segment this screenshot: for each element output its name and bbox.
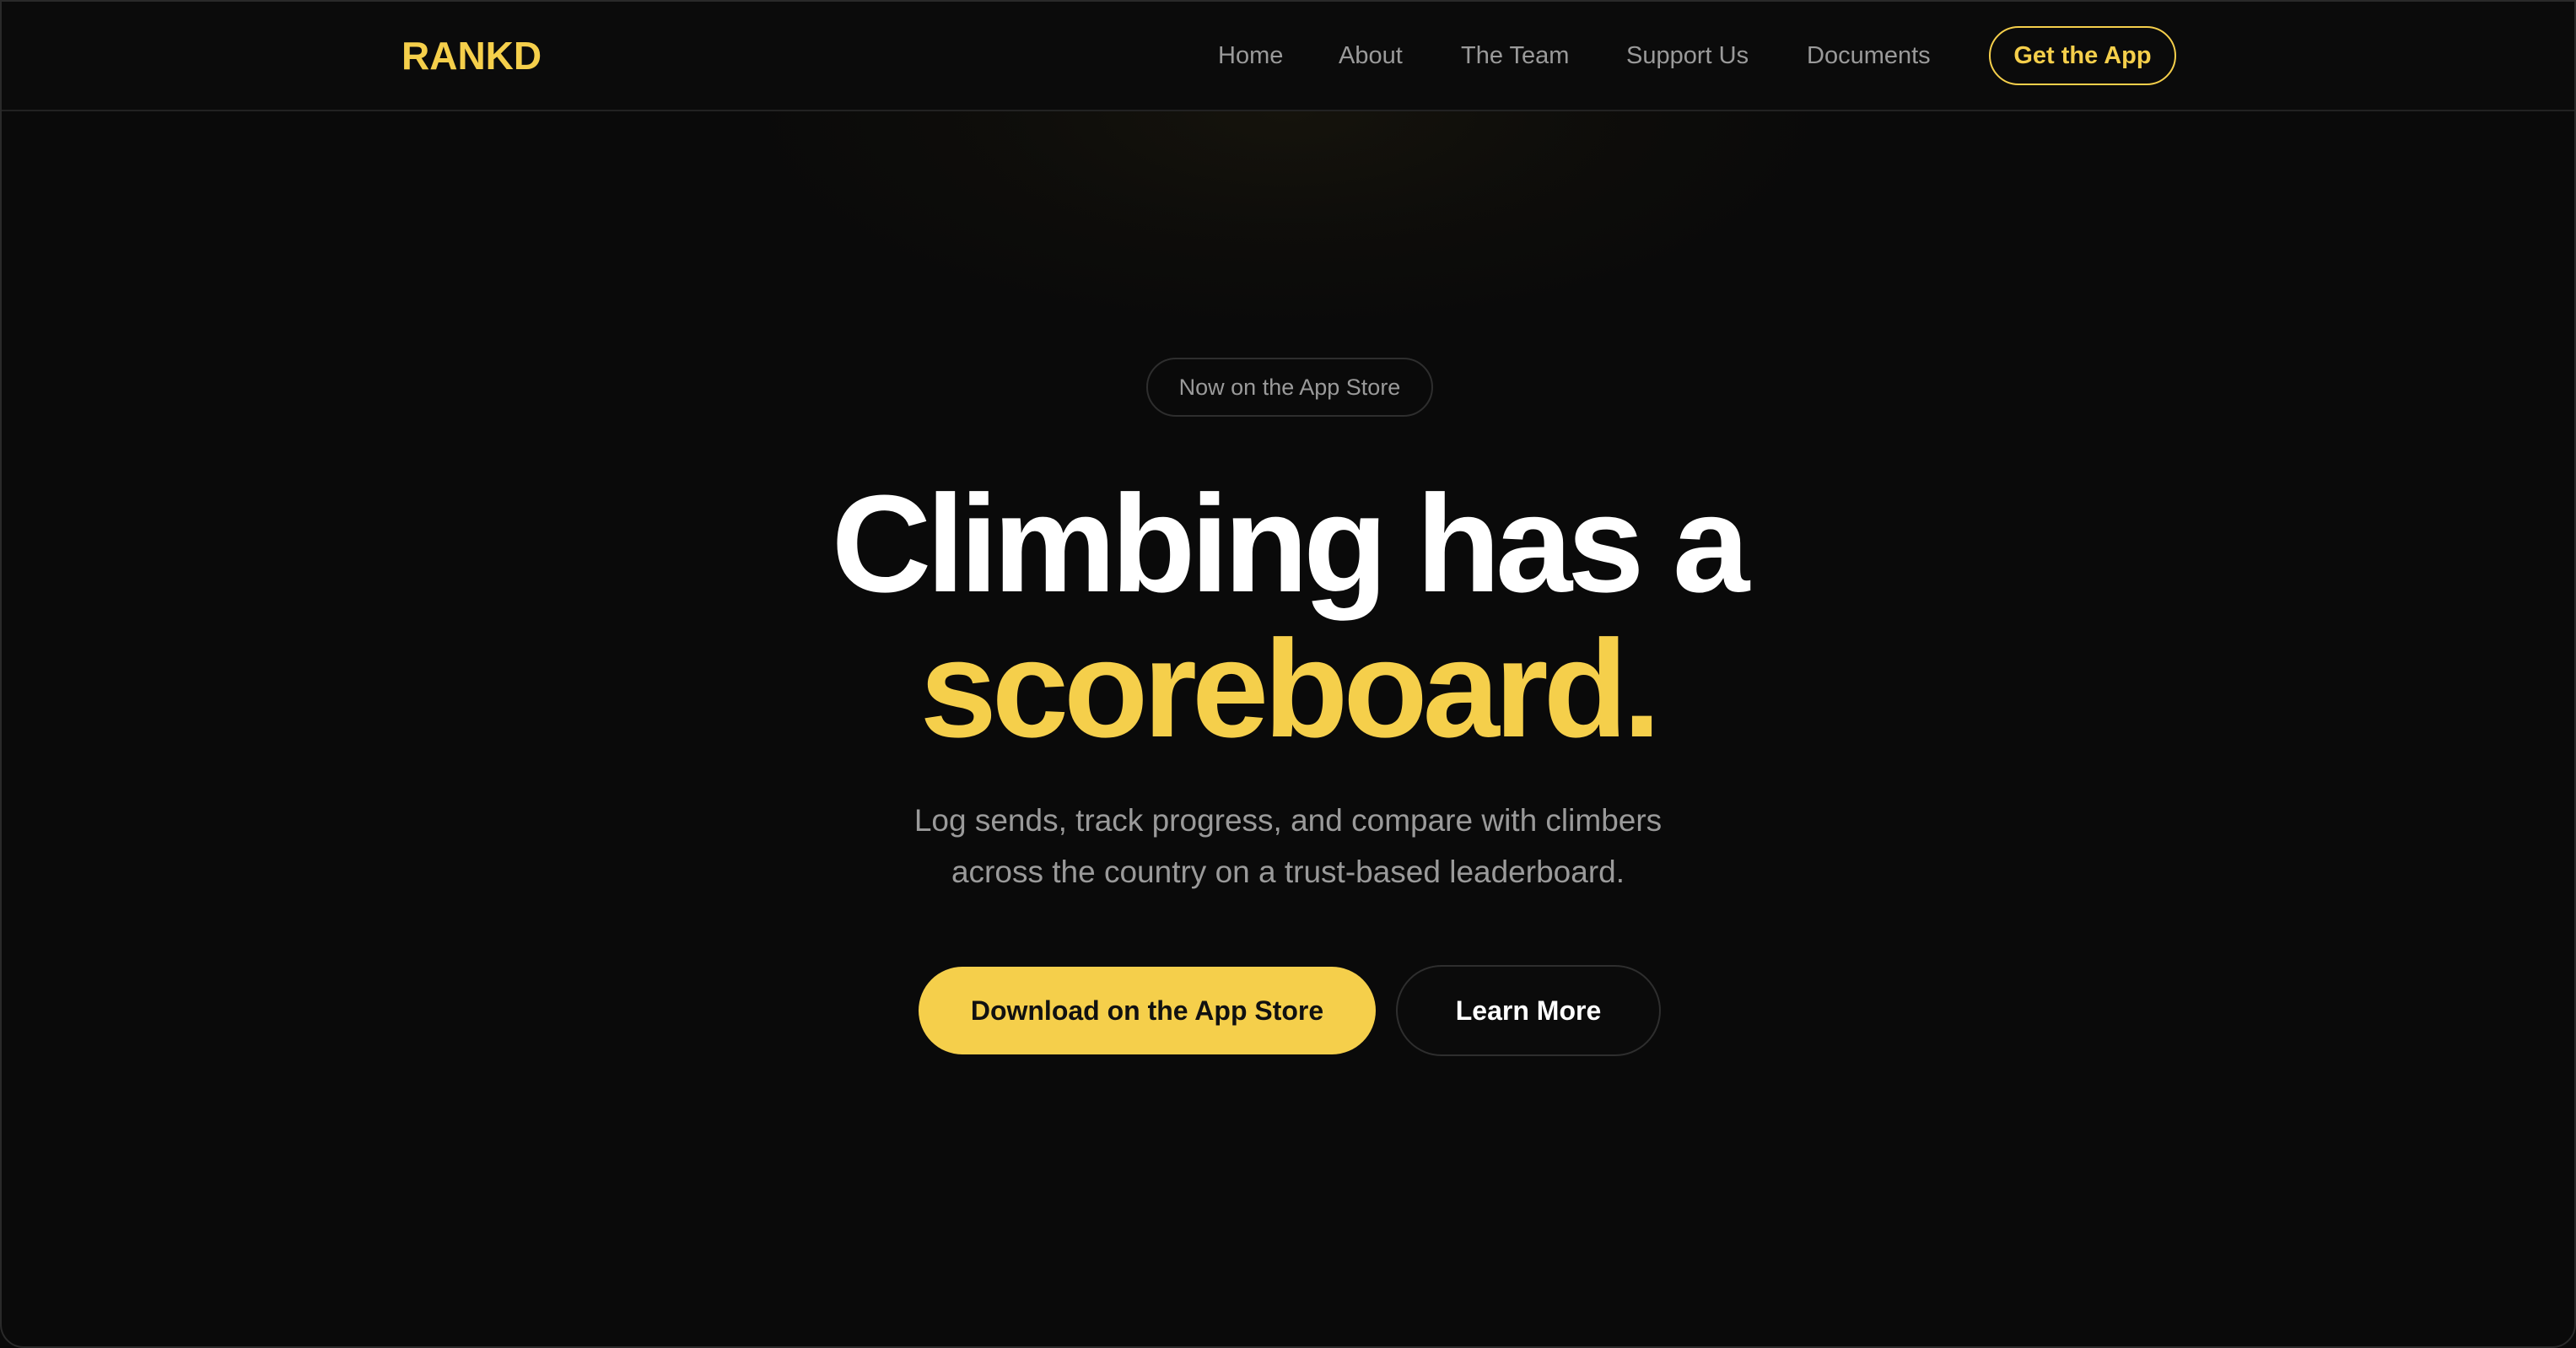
nav-link-about[interactable]: About — [1339, 39, 1403, 73]
hero-headline-line2: scoreboard. — [919, 612, 1662, 766]
app-store-badge: Now on the App Store — [1146, 358, 1433, 417]
top-navbar: RANKD Home About The Team Support Us Doc… — [2, 2, 2574, 111]
page-frame: RANKD Home About The Team Support Us Doc… — [0, 0, 2576, 1348]
nav-link-home[interactable]: Home — [1218, 39, 1283, 73]
hero-subtitle-line2: across the country on a trust-based lead… — [951, 855, 1625, 889]
hero-subtitle-line1: Log sends, track progress, and compare w… — [913, 803, 1663, 838]
nav-link-support-us[interactable]: Support Us — [1626, 39, 1749, 73]
get-the-app-button[interactable]: Get the App — [1989, 26, 2176, 85]
nav-link-the-team[interactable]: The Team — [1461, 39, 1569, 73]
learn-more-button[interactable]: Learn More — [1396, 965, 1661, 1056]
brand-logo[interactable]: RANKD — [401, 32, 542, 79]
hero-headline-line1: Climbing has a — [831, 466, 1749, 621]
download-app-store-button[interactable]: Download on the App Store — [919, 967, 1376, 1054]
nav-link-documents[interactable]: Documents — [1807, 39, 1931, 73]
